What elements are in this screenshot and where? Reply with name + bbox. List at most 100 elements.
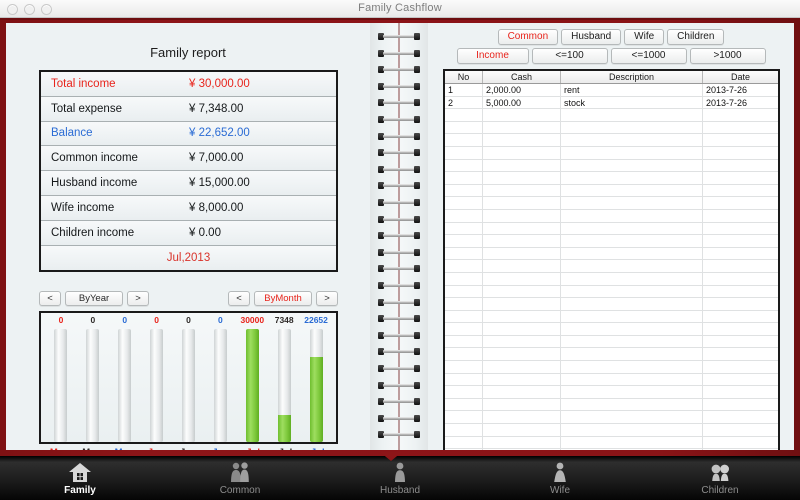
notebook-frame: Family report Total income ¥ 30,000.00 T… — [0, 18, 800, 461]
cell-date — [703, 260, 778, 272]
spiral-ring — [378, 182, 420, 190]
table-row-empty — [445, 449, 778, 450]
cell-description — [561, 335, 703, 348]
cell-description — [561, 121, 703, 134]
right-page: Common Husband Wife Children Income <=10… — [428, 23, 794, 450]
category-button-husband[interactable]: Husband — [561, 29, 622, 45]
cell-cash — [483, 121, 561, 134]
cell-cash — [483, 209, 561, 222]
chart-bar: 30000 — [236, 315, 268, 442]
table-row[interactable]: 2 5,000.00 stock 2013-7-26 — [445, 96, 778, 110]
by-year-button[interactable]: ByYear — [65, 290, 123, 306]
filter-button-income[interactable]: Income — [456, 48, 529, 64]
year-next-button[interactable]: > — [127, 290, 149, 306]
table-row-empty — [445, 222, 778, 236]
period-nav: < ByYear > < ByMonth > — [39, 288, 338, 308]
cell-no — [445, 172, 483, 184]
category-button-wife[interactable]: Wife — [624, 29, 665, 45]
table-row-empty — [445, 172, 778, 185]
filter-button-lte-1000[interactable]: <=1000 — [610, 48, 687, 64]
table-row-empty — [445, 285, 778, 299]
chart-bar-track — [150, 329, 164, 442]
cell-cash — [483, 172, 561, 184]
couple-icon — [226, 461, 254, 483]
table-row-empty — [445, 247, 778, 261]
cell-no — [445, 260, 483, 272]
table-row-empty — [445, 436, 778, 450]
table-row-empty — [445, 260, 778, 273]
cell-date — [703, 411, 778, 423]
cell-description — [561, 184, 703, 197]
cell-cash — [483, 436, 561, 449]
table-row[interactable]: 1 2,000.00 rent 2013-7-26 — [445, 84, 778, 97]
cell-no — [445, 184, 483, 197]
column-header-cash: Cash — [483, 71, 561, 83]
column-header-description: Description — [561, 71, 703, 83]
cell-description — [561, 260, 703, 272]
cell-cash — [483, 134, 561, 146]
cell-description — [561, 298, 703, 310]
toolbar-item-common[interactable]: Common — [160, 456, 320, 500]
chart-bar-value: 30000 — [240, 315, 265, 325]
spiral-ring — [378, 431, 420, 439]
cell-date — [703, 273, 778, 285]
table-row-empty — [445, 272, 778, 286]
toolbar-item-children[interactable]: Children — [640, 456, 800, 500]
by-month-button[interactable]: ByMonth — [254, 290, 312, 306]
category-button-children[interactable]: Children — [667, 29, 725, 45]
spiral-ring — [378, 248, 420, 256]
cell-description — [561, 109, 703, 121]
cell-cash — [483, 361, 561, 373]
chart-bar-value: 22652 — [304, 315, 328, 325]
table-row-empty — [445, 373, 778, 387]
year-prev-button[interactable]: < — [39, 290, 61, 306]
spiral-ring — [378, 149, 420, 157]
row-value: ¥ 15,000.00 — [189, 177, 250, 190]
table-body: 1 2,000.00 rent 2013-7-26 2 5,000.00 stock 2013… — [445, 84, 778, 450]
house-icon — [68, 461, 92, 483]
toolbar-item-family[interactable]: Family — [0, 456, 160, 500]
cell-description — [561, 411, 703, 424]
cell-cash — [483, 323, 561, 335]
table-header-row: No Cash Description Date — [445, 71, 778, 84]
spiral-ring — [378, 348, 420, 356]
chart-bar-track — [182, 329, 195, 442]
cell-no — [445, 411, 483, 424]
toolbar-item-wife[interactable]: Wife — [480, 456, 640, 500]
toolbar-item-husband[interactable]: Husband — [320, 456, 480, 500]
chart-bar-fill — [309, 357, 323, 442]
month-prev-button[interactable]: < — [228, 290, 250, 306]
woman-icon — [550, 461, 570, 483]
cell-date — [703, 235, 778, 247]
cell-description — [561, 398, 703, 411]
cell-no — [445, 298, 483, 310]
cell-cash — [483, 310, 561, 323]
cell-cash — [483, 197, 561, 209]
cell-date — [703, 210, 778, 222]
table-row-empty — [445, 361, 778, 374]
toolbar-label-husband: Husband — [379, 484, 421, 496]
chart-bar: 0 — [45, 315, 77, 442]
bottom-toolbar: Family Common Husband Wife Children — [0, 456, 800, 500]
cell-no — [445, 197, 483, 209]
family-report-table: Total income ¥ 30,000.00 Total expense ¥… — [39, 70, 338, 273]
chart-bar-track — [277, 329, 291, 442]
filter-button-lte-100[interactable]: <=100 — [531, 48, 608, 64]
cell-date — [703, 437, 778, 449]
cell-description — [561, 235, 703, 247]
cell-description — [561, 310, 703, 323]
cell-description — [561, 159, 703, 172]
left-page: Family report Total income ¥ 30,000.00 T… — [6, 23, 370, 450]
chart-month-label: May — [43, 447, 75, 450]
cell-cash — [483, 449, 561, 450]
cell-no — [445, 424, 483, 436]
cell-description — [561, 222, 703, 235]
chart-bar-track — [245, 329, 259, 442]
cell-description — [561, 323, 703, 335]
category-button-common[interactable]: Common — [497, 29, 559, 45]
cell-no: 1 — [445, 84, 483, 96]
filter-button-gt-1000[interactable]: >1000 — [689, 48, 766, 64]
month-next-button[interactable]: > — [316, 290, 338, 306]
cell-no — [445, 348, 483, 361]
entries-table[interactable]: No Cash Description Date 1 2,000.00 rent 20… — [443, 69, 780, 450]
